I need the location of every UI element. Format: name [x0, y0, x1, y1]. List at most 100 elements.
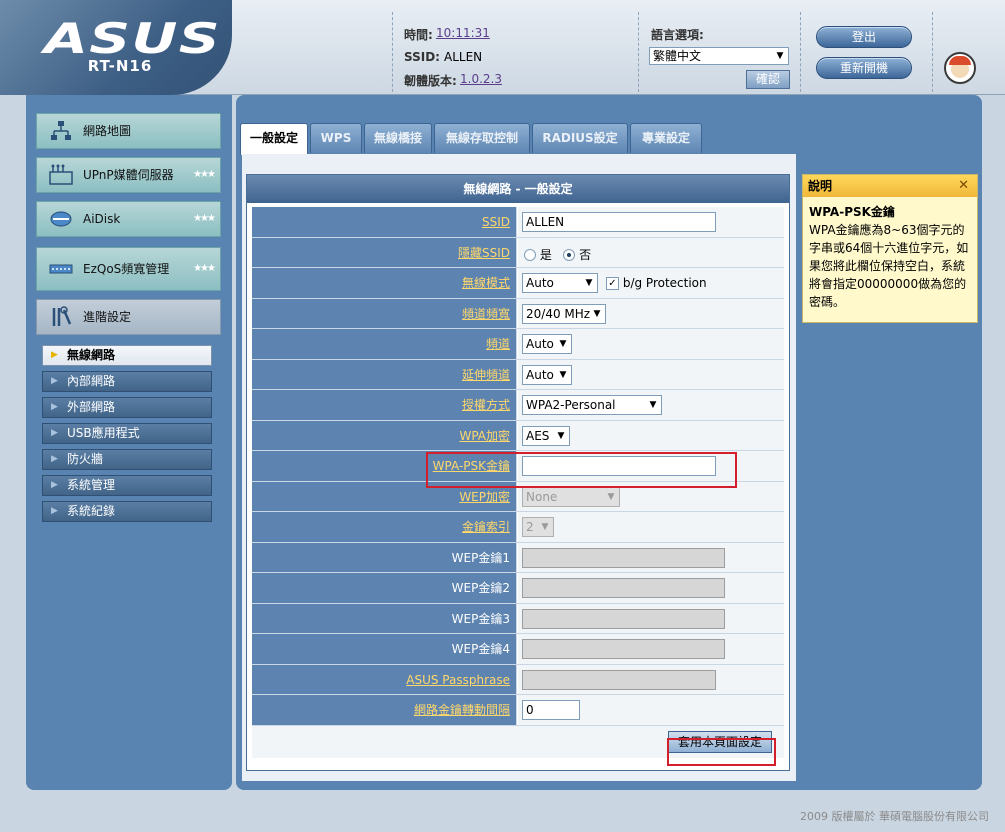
form-row-value: WPA2-Personal ▼: [518, 390, 784, 420]
channel-value: Auto: [526, 337, 554, 351]
ssid-label: SSID:: [404, 50, 440, 64]
form-row-auth-method: 授權方式 WPA2-Personal ▼: [252, 390, 784, 421]
chevron-down-icon: ▼: [559, 369, 567, 380]
help-body: WPA金鑰應為8~63個字元的字串或64個十六進位字元，如果您將此欄位保持空白，…: [809, 223, 969, 309]
sidebar-subitem-lan[interactable]: ▶ 內部網路: [42, 371, 212, 392]
play-arrow-icon: ▶: [51, 376, 58, 386]
stars-icon: ★★★: [193, 263, 216, 274]
wep-key2-label: WEP金鑰2: [252, 573, 517, 603]
passphrase-label[interactable]: ASUS Passphrase: [252, 664, 517, 694]
tab-general[interactable]: 一般設定: [240, 123, 308, 155]
bandwidth-select[interactable]: 20/40 MHz ▼: [522, 303, 606, 324]
form-row-value: [518, 542, 784, 572]
ssid-input[interactable]: ALLEN: [522, 212, 716, 232]
form-row-value: 2 ▼: [518, 512, 784, 542]
bandwidth-label[interactable]: 頻道頻寬: [252, 298, 517, 328]
key-index-select[interactable]: 2 ▼: [522, 517, 554, 537]
bg-protection-label: b/g Protection: [622, 276, 707, 290]
play-arrow-icon: ▶: [51, 402, 58, 412]
sidebar-subitem-wan[interactable]: ▶ 外部網路: [42, 397, 212, 418]
play-arrow-icon: ▶: [51, 350, 58, 360]
form-row-channel: 頻道 Auto ▼: [252, 329, 784, 360]
wpa-encryption-select[interactable]: AES ▼: [522, 425, 570, 446]
sidebar-item-label: AiDisk: [83, 212, 121, 226]
sidebar-item-aidisk[interactable]: AiDisk ★★★: [36, 201, 221, 237]
bg-protection-option: ✓ b/g Protection: [606, 276, 707, 290]
close-icon[interactable]: ✕: [958, 175, 969, 197]
form-row-value: [518, 573, 784, 603]
bandwidth-value: 20/40 MHz: [526, 306, 591, 321]
copyright-footer: 2009 版權屬於 華碩電腦股份有限公司: [800, 810, 989, 823]
passphrase-input[interactable]: [522, 669, 716, 690]
reboot-button[interactable]: 重新開機: [816, 57, 912, 79]
header-bar: ASUS RT-N16 時間: 10:11:31 SSID: ALLEN 韌體版…: [0, 0, 1005, 95]
wep-key3-label: WEP金鑰3: [252, 603, 517, 633]
sidebar-subitem-label: 系統紀錄: [67, 504, 116, 518]
sidebar-subitem-firewall[interactable]: ▶ 防火牆: [42, 449, 212, 470]
avatar-icon[interactable]: [944, 52, 976, 84]
wireless-mode-select[interactable]: Auto ▼: [522, 273, 598, 293]
wep-key2-input[interactable]: [522, 578, 725, 598]
sidebar-subitem-label: 內部網路: [67, 374, 116, 388]
tab-radius[interactable]: RADIUS設定: [532, 123, 628, 153]
tab-wps[interactable]: WPS: [310, 123, 362, 153]
key-rotation-input[interactable]: 0: [522, 700, 580, 720]
wep-key3-input[interactable]: [522, 608, 725, 629]
time-value[interactable]: 10:11:31: [436, 26, 490, 40]
sidebar-item-network-map[interactable]: 網路地圖: [36, 113, 221, 149]
auth-method-select[interactable]: WPA2-Personal ▼: [522, 395, 662, 415]
help-title: 說明: [803, 175, 977, 197]
form-row-value: [518, 603, 784, 633]
auth-method-label[interactable]: 授權方式: [252, 390, 517, 420]
sidebar-item-advanced[interactable]: 進階設定: [36, 299, 221, 335]
language-confirm-button[interactable]: 確認: [746, 70, 790, 89]
form-row-wpa-encryption: WPA加密 AES ▼: [252, 420, 784, 451]
sidebar-item-label: 進階設定: [83, 310, 132, 324]
channel-select[interactable]: Auto ▼: [522, 334, 572, 354]
tab-professional[interactable]: 專業設定: [630, 123, 702, 153]
wep-key1-input[interactable]: [522, 547, 725, 568]
form-row-ext-channel: 延伸頻道 Auto ▼: [252, 359, 784, 390]
hide-ssid-no-radio[interactable]: [563, 249, 576, 261]
wireless-mode-value: Auto: [526, 276, 554, 290]
sidebar-item-ezqos[interactable]: EzQoS頻寬管理 ★★★: [36, 247, 221, 291]
wep-key4-label: WEP金鑰4: [252, 634, 517, 664]
wep-encryption-value: None: [526, 489, 558, 504]
form-row-key-index: 金鑰索引 2 ▼: [252, 512, 784, 543]
language-select[interactable]: 繁體中文 ▼: [649, 47, 789, 65]
hide-ssid-label[interactable]: 隱藏SSID: [252, 237, 517, 267]
tab-bridge[interactable]: 無線橋接: [364, 123, 432, 153]
hide-ssid-yes-radio[interactable]: [524, 249, 536, 261]
wpa-encryption-label[interactable]: WPA加密: [252, 420, 517, 450]
sidebar-item-label: EzQoS頻寬管理: [83, 262, 170, 276]
header-divider: [638, 12, 639, 92]
channel-label[interactable]: 頻道: [252, 329, 517, 359]
wep-key4-input[interactable]: [522, 639, 725, 659]
sidebar-item-upnp[interactable]: UPnP媒體伺服器 ★★★: [36, 157, 221, 193]
sidebar-subitem-wireless[interactable]: ▶ 無線網路: [42, 345, 212, 366]
tab-access-control[interactable]: 無線存取控制: [434, 123, 530, 153]
ext-channel-select[interactable]: Auto ▼: [522, 364, 572, 385]
sidebar: 網路地圖 UPnP媒體伺服器 ★★★ AiDisk ★★★ EzQoS頻寬管理 …: [26, 95, 232, 790]
model-name: RT-N16: [87, 57, 153, 75]
ext-channel-label[interactable]: 延伸頻道: [252, 359, 517, 389]
stars-icon: ★★★: [193, 169, 216, 180]
form-row-value: Auto ▼: [518, 359, 784, 389]
ssid-field-label[interactable]: SSID: [252, 207, 517, 237]
language-label: 語言選項:: [651, 28, 704, 42]
key-index-label[interactable]: 金鑰索引: [252, 512, 517, 542]
chevron-down-icon: ▼: [607, 491, 615, 502]
wep-encryption-select[interactable]: None ▼: [522, 486, 620, 507]
sidebar-subitem-syslog[interactable]: ▶ 系統紀錄: [42, 501, 212, 522]
sidebar-subitem-admin[interactable]: ▶ 系統管理: [42, 475, 212, 496]
firmware-value[interactable]: 1.0.2.3: [460, 72, 502, 86]
chevron-down-icon: ▼: [585, 278, 593, 288]
bg-protection-checkbox[interactable]: ✓: [606, 277, 619, 290]
logout-button[interactable]: 登出: [816, 26, 912, 48]
sidebar-subitem-label: 系統管理: [67, 478, 116, 492]
sidebar-subitem-usb[interactable]: ▶ USB應用程式: [42, 423, 212, 444]
form-row-value: Auto ▼: [518, 329, 784, 359]
key-rotation-label[interactable]: 網路金鑰轉動間隔: [252, 695, 517, 725]
form-row-wep-key3: WEP金鑰3: [252, 603, 784, 634]
wireless-mode-label[interactable]: 無線模式: [252, 268, 517, 298]
